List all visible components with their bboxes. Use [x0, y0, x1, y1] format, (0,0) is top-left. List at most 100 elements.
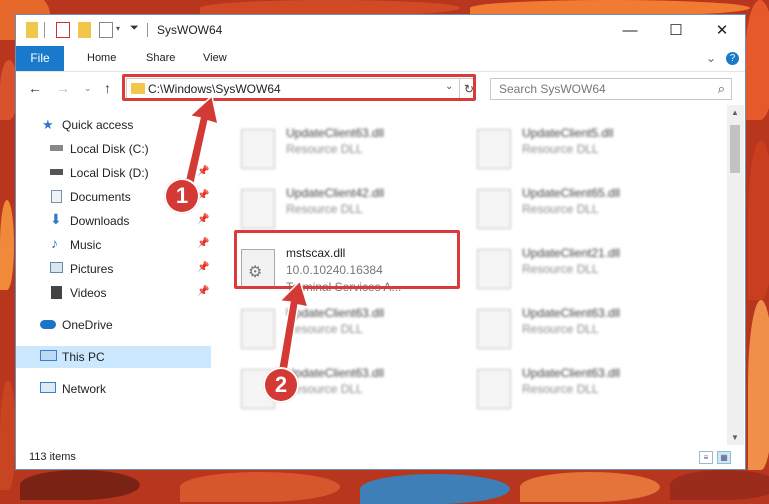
forward-arrow-icon[interactable]: →: [56, 80, 70, 96]
scroll-down-icon[interactable]: ▼: [731, 433, 739, 442]
list-item[interactable]: UpdateClient63.dll Resource DLL: [477, 365, 697, 411]
dll-file-icon: [477, 189, 511, 229]
file-highlight: [234, 230, 460, 289]
sidebar-item-label: Network: [62, 382, 107, 396]
large-icons-view-icon[interactable]: ▦: [717, 451, 731, 464]
drive-icon: [50, 169, 63, 175]
sidebar-item-label: Documents: [70, 190, 131, 204]
dll-file-icon: [477, 309, 511, 349]
pin-icon[interactable]: 📌: [197, 262, 209, 273]
downloads-icon: ⬇: [50, 211, 62, 227]
status-bar: 113 items ≡ ▦: [16, 447, 745, 469]
expand-ribbon-icon[interactable]: ⌄: [706, 46, 716, 71]
list-item[interactable]: UpdateClient63.dll Resource DLL: [241, 125, 461, 171]
file-type: Resource DLL: [522, 382, 599, 396]
sidebar-item-local-disk-c[interactable]: Local Disk (C:): [16, 138, 211, 160]
pictures-icon: [50, 262, 63, 273]
sidebar-item-pictures[interactable]: Pictures 📌: [16, 258, 211, 280]
file-name: UpdateClient63.dll: [286, 306, 385, 320]
list-item[interactable]: UpdateClient65.dll Resource DLL: [477, 185, 697, 231]
folder-icon: [26, 22, 38, 38]
close-button[interactable]: ✕: [699, 15, 745, 46]
recent-locations-icon[interactable]: ⌄: [84, 83, 92, 94]
network-icon: [40, 382, 56, 393]
file-type: Resource DLL: [286, 202, 363, 216]
pin-icon[interactable]: 📌: [197, 286, 209, 297]
file-type: Resource DLL: [286, 322, 363, 336]
customize-icon[interactable]: [99, 22, 113, 38]
sidebar-item-label: Videos: [70, 286, 107, 300]
tab-view[interactable]: View: [203, 46, 227, 71]
tab-home[interactable]: Home: [87, 46, 116, 71]
pin-icon[interactable]: 📌: [197, 238, 209, 249]
divider: [44, 22, 45, 38]
file-name: UpdateClient63.dll: [522, 306, 621, 320]
file-name: UpdateClient21.dll: [522, 246, 621, 260]
list-item[interactable]: UpdateClient21.dll Resource DLL: [477, 245, 697, 291]
sidebar-item-label: OneDrive: [62, 318, 113, 332]
qa-dropdown-icon[interactable]: ⏷: [130, 22, 139, 38]
scroll-up-icon[interactable]: ▲: [731, 108, 739, 117]
sidebar-item-videos[interactable]: Videos 📌: [16, 282, 211, 304]
tab-share[interactable]: Share: [146, 46, 175, 71]
file-name: UpdateClient5.dll: [522, 126, 614, 140]
drive-icon: [50, 145, 63, 151]
maximize-button[interactable]: ☐: [653, 15, 699, 46]
sidebar-item-label: This PC: [62, 350, 105, 364]
sidebar-item-label: Local Disk (C:): [70, 142, 149, 156]
sidebar-item-label: Local Disk (D:): [70, 166, 149, 180]
back-arrow-icon[interactable]: ←: [28, 80, 42, 96]
callout-badge-1: 1: [164, 178, 200, 214]
sidebar-item-label: Downloads: [70, 214, 130, 228]
dll-file-icon: [477, 369, 511, 409]
pin-icon[interactable]: 📌: [197, 214, 209, 225]
file-type: Resource DLL: [522, 322, 599, 336]
sidebar-item-label: Pictures: [70, 262, 114, 276]
properties-icon[interactable]: [56, 22, 70, 38]
tab-file[interactable]: File: [16, 46, 64, 71]
file-name: UpdateClient63.dll: [522, 366, 621, 380]
sidebar-item-onedrive[interactable]: OneDrive: [16, 314, 211, 336]
new-folder-icon[interactable]: [78, 22, 91, 38]
dll-file-icon: [241, 189, 275, 229]
star-icon: ★: [42, 117, 54, 132]
details-view-icon[interactable]: ≡: [699, 451, 713, 464]
sidebar-item-quick-access[interactable]: ★ Quick access: [16, 114, 211, 136]
file-type: Resource DLL: [522, 202, 599, 216]
documents-icon: [51, 190, 62, 203]
search-input[interactable]: Search SysWOW64 ⌕: [490, 78, 732, 100]
navigation-pane: ★ Quick access Local Disk (C:) Local Dis…: [16, 110, 211, 440]
address-highlight: [122, 74, 476, 101]
sidebar-item-music[interactable]: ♪ Music 📌: [16, 234, 211, 256]
dll-file-icon: [477, 129, 511, 169]
dll-file-icon: [477, 249, 511, 289]
sidebar-item-network[interactable]: Network: [16, 378, 211, 400]
computer-icon: [40, 350, 57, 361]
scrollbar[interactable]: ▲ ▼: [727, 105, 744, 445]
window-title: SysWOW64: [157, 23, 223, 37]
sidebar-item-label: Music: [70, 238, 102, 252]
pin-icon[interactable]: 📌: [197, 166, 209, 177]
address-row: ← → ⌄ ↑ C:\Windows\SysWOW64 ⌄ ↻ Search S…: [16, 72, 745, 105]
file-type: Resource DLL: [522, 142, 599, 156]
chevron-down-icon[interactable]: ▾: [116, 24, 120, 40]
file-name: UpdateClient63.dll: [286, 366, 385, 380]
title-divider: [147, 23, 148, 37]
search-icon[interactable]: ⌕: [718, 81, 725, 97]
help-icon[interactable]: ?: [726, 52, 739, 65]
up-arrow-icon[interactable]: ↑: [104, 80, 111, 96]
dll-file-icon: [241, 129, 275, 169]
file-name: UpdateClient63.dll: [286, 126, 385, 140]
list-item[interactable]: UpdateClient63.dll Resource DLL: [241, 305, 461, 351]
scrollbar-thumb[interactable]: [730, 125, 740, 173]
file-name: UpdateClient42.dll: [286, 186, 385, 200]
item-count: 113 items: [29, 451, 76, 463]
title-bar: ▾ ⏷ SysWOW64 — ☐ ✕: [16, 15, 745, 46]
list-item[interactable]: UpdateClient42.dll Resource DLL: [241, 185, 461, 231]
sidebar-item-this-pc[interactable]: This PC: [16, 346, 211, 368]
minimize-button[interactable]: —: [607, 15, 653, 46]
list-item[interactable]: UpdateClient63.dll Resource DLL: [477, 305, 697, 351]
file-type: Resource DLL: [286, 142, 363, 156]
list-item[interactable]: UpdateClient5.dll Resource DLL: [477, 125, 697, 171]
callout-badge-2: 2: [263, 367, 299, 403]
